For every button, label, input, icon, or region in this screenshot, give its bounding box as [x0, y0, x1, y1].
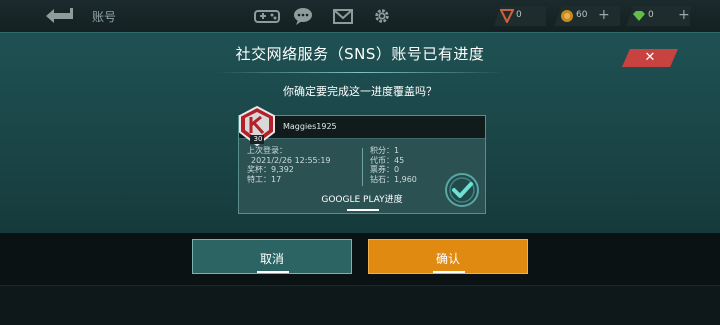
currency-diamond[interactable]: 0 + [626, 6, 690, 26]
mail-icon[interactable] [333, 7, 353, 25]
username: Maggies1925 [283, 122, 337, 131]
dialog-question: 你确定要完成这一进度覆盖吗？ [283, 85, 437, 98]
dialog-title: 社交网络服务（SNS）账号已有进度 [235, 45, 485, 63]
stats-divider [362, 148, 363, 186]
cancel-underline [257, 271, 289, 273]
top-bar: 账号 0 60 + 0 + [0, 0, 720, 32]
currency-rank[interactable]: 0 [494, 6, 546, 26]
right-stats: 积分：1 代币：45 票券：0 钻石：1,960 [370, 146, 417, 184]
rank-value: 0 [516, 10, 522, 20]
confirm-label: 确认 [435, 252, 460, 266]
player-level: 30 [253, 135, 263, 143]
currency-gold[interactable]: 60 + [554, 6, 620, 26]
add-gold-button[interactable]: + [598, 7, 610, 23]
diamond-icon [633, 11, 645, 21]
gold-value: 60 [576, 10, 588, 20]
rank-shield-icon [500, 9, 514, 23]
diamond-value: 0 [648, 10, 654, 20]
last-login-label: 上次登录： [247, 146, 287, 155]
points-stat: 积分：1 [370, 146, 400, 155]
agents-stat: 特工：17 [247, 174, 282, 184]
tokens-stat: 代币：45 [370, 155, 405, 165]
title-divider [216, 72, 504, 73]
page-title: 账号 [92, 10, 117, 24]
back-arrow-icon[interactable] [44, 6, 74, 26]
close-icon: ✕ [644, 50, 656, 65]
diamonds-stat: 钻石：1,960 [370, 174, 417, 184]
source-underline [347, 209, 379, 211]
bottom-background [0, 285, 720, 325]
last-login-value: 2021/2/26 12:55:19 [251, 155, 331, 165]
add-diamond-button[interactable]: + [678, 7, 690, 23]
cancel-label: 取消 [259, 252, 284, 266]
tickets-stat: 票券：0 [370, 165, 400, 174]
trophies-stat: 奖杯：9,392 [247, 165, 294, 174]
gold-coin-icon [561, 10, 573, 22]
confirm-button[interactable]: 确认 [368, 239, 528, 274]
close-button[interactable]: ✕ [622, 49, 678, 67]
confirm-underline [433, 271, 465, 273]
settings-gear-icon[interactable] [372, 7, 392, 25]
progress-source-label: GOOGLE PLAY进度 [321, 195, 403, 205]
chat-icon[interactable] [293, 7, 313, 25]
cancel-button[interactable]: 取消 [192, 239, 352, 274]
left-stats: 上次登录： 2021/2/26 12:55:19 奖杯：9,392 特工：17 [247, 146, 331, 184]
gamepad-icon[interactable] [254, 7, 280, 25]
